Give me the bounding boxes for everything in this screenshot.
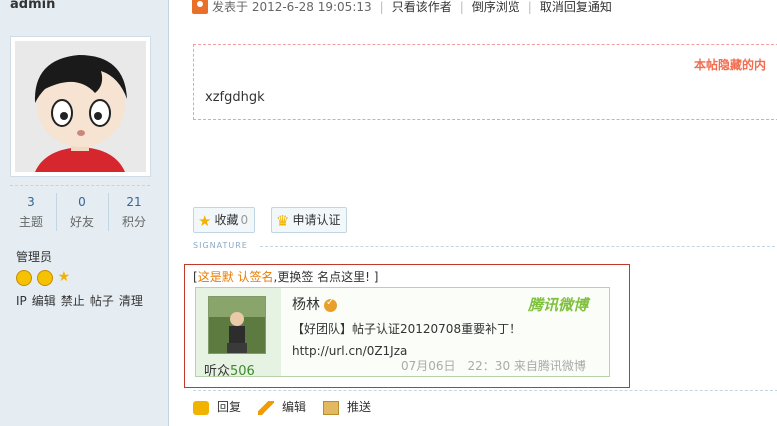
weibo-fans-label: 听众 (204, 364, 231, 379)
weibo-card[interactable]: 听众506 杨林 腾讯微博 【好团队】帖子认证20120708重要补丁！ htt… (195, 287, 610, 379)
apply-cert-label: 申请认证 (292, 213, 341, 227)
admin-link-ip[interactable]: IP (16, 294, 27, 308)
admin-link-edit[interactable]: 编辑 (32, 294, 56, 308)
push-button[interactable]: 推送 (323, 398, 371, 415)
weibo-username-text: 杨林 (292, 297, 320, 313)
reply-label: 回复 (217, 400, 242, 414)
hidden-content-box (193, 44, 777, 120)
user-group[interactable]: 管理员 (16, 248, 52, 265)
post-meta-bar: 发表于 2012-6-28 19:05:13 | 只看该作者 | 倒序浏览 | 取消回复通知 (192, 0, 612, 14)
crown-icon: ♛ (276, 211, 290, 230)
weibo-fans-count: 506 (230, 364, 255, 379)
meta-separator: | (459, 0, 464, 14)
meta-separator: | (379, 0, 384, 14)
weibo-tweet-text[interactable]: 【好团队】帖子认证20120708重要补丁！ http://url.cn/0Z1… (292, 318, 597, 362)
stat-points[interactable]: 21 积分 (110, 195, 158, 230)
admin-link-clean[interactable]: 清理 (119, 294, 143, 308)
stat-threads[interactable]: 3 主题 (7, 195, 55, 230)
admin-link-ban[interactable]: 禁止 (61, 294, 85, 308)
star-icon: ★ (198, 211, 212, 230)
verified-badge-icon (324, 297, 337, 312)
smiley-medal-icon[interactable] (36, 270, 53, 286)
admin-links: IP 编辑 禁止 帖子 清理 (16, 292, 148, 309)
reply-button[interactable]: 回复 (193, 398, 241, 415)
stat-divider (108, 193, 109, 231)
stat-value: 21 (126, 195, 142, 209)
author-avatar-frame (10, 36, 151, 177)
stat-value: 0 (78, 195, 86, 209)
author-sidebar: admin 3 主题 0 好友 21 积分 管理员 ★ IP 编辑 禁止 帖子 … (0, 0, 169, 426)
apply-certification-button[interactable]: ♛ 申请认证 (271, 207, 348, 233)
signature-text[interactable]: [这是默 认签名,更换签 名点这里! ] (193, 268, 378, 285)
weibo-timestamp: 07月06日 22：30 来自腾讯微博 (401, 359, 586, 373)
stat-label: 积分 (121, 215, 146, 229)
edit-label: 编辑 (282, 400, 307, 414)
favorite-button[interactable]: ★ 收藏 0 (193, 207, 256, 233)
stat-friends[interactable]: 0 好友 (58, 195, 106, 230)
post-date: 发表于 2012-6-28 19:05:13 (212, 0, 372, 14)
reply-icon (193, 400, 209, 415)
post-actions: 回复 编辑 推送 (193, 398, 388, 415)
weibo-fans[interactable]: 听众506 (204, 360, 255, 379)
meta-separator: | (527, 0, 532, 14)
cancel-notify-link[interactable]: 取消回复通知 (540, 0, 612, 14)
stat-divider (56, 193, 57, 231)
smiley-medal-icon[interactable] (16, 270, 32, 286)
tencent-weibo-logo[interactable]: 腾讯微博 (528, 294, 588, 315)
favorite-label: 收藏 (214, 213, 239, 227)
pencil-icon (258, 400, 275, 415)
online-status-icon (192, 0, 208, 14)
star-medal-icon[interactable]: ★ (58, 270, 71, 284)
stat-label: 好友 (69, 215, 94, 229)
stat-label: 主题 (18, 215, 43, 229)
push-icon (323, 400, 340, 415)
footer-divider (193, 390, 777, 391)
reverse-order-link[interactable]: 倒序浏览 (472, 0, 520, 14)
weibo-username[interactable]: 杨林 (292, 294, 337, 314)
author-username[interactable]: admin (10, 0, 55, 12)
admin-link-posts[interactable]: 帖子 (90, 294, 114, 308)
avatar[interactable] (15, 41, 146, 172)
signature-heading: SIGNATURE (193, 241, 248, 250)
stat-value: 3 (27, 195, 35, 209)
only-author-link[interactable]: 只看该作者 (392, 0, 452, 14)
medal-list: ★ (16, 270, 70, 286)
favorite-count: 0 (240, 213, 249, 227)
signature-divider (260, 246, 777, 247)
cartoon-avatar-icon (15, 41, 146, 172)
edit-button[interactable]: 编辑 (258, 398, 306, 415)
weibo-avatar[interactable] (208, 296, 266, 354)
signature-default-text: 这是默 认签名 (197, 270, 274, 284)
sidebar-divider (10, 185, 150, 186)
hidden-content-notice: 本帖隐藏的内 (694, 58, 767, 72)
post-content: xzfgdhgk (205, 90, 265, 105)
push-label: 推送 (347, 400, 372, 414)
signature-change-text: ,更换签 名点这里! ] (273, 270, 379, 284)
person-photo-icon (209, 297, 265, 353)
